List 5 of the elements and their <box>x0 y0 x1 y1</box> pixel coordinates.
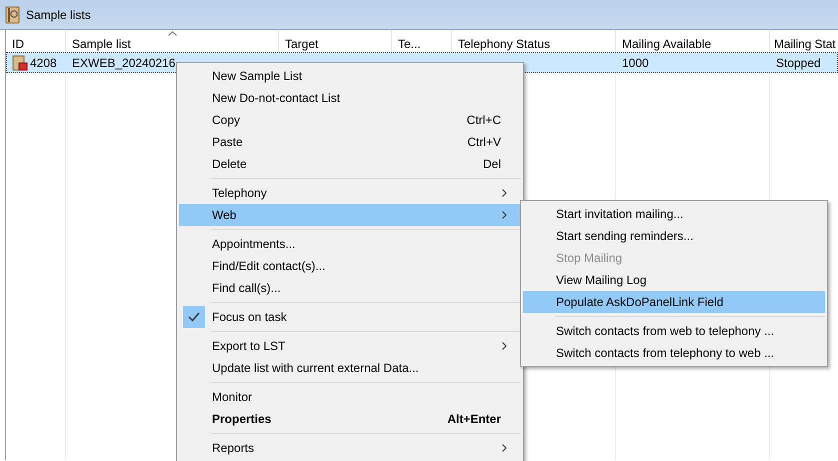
table-cell-text: EXWEB_20240216 <box>72 54 176 72</box>
window-title: Sample lists <box>26 6 91 24</box>
table-cell-text: 1000 <box>622 54 649 72</box>
table-cell-text: 4208 <box>30 54 57 72</box>
table-cell-text: Stopped <box>776 54 821 72</box>
